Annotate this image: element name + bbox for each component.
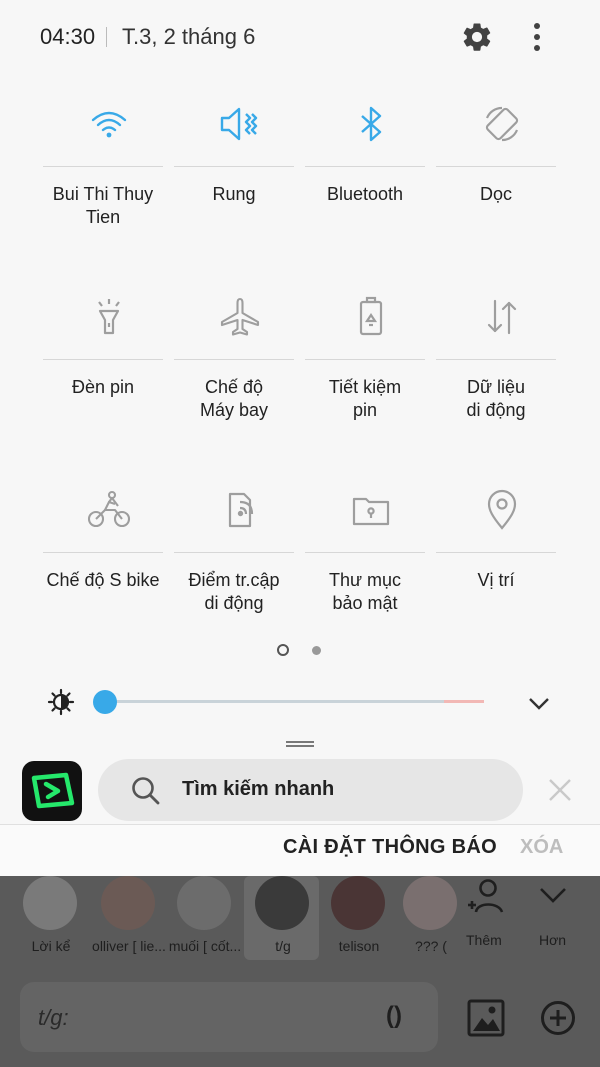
contact-item[interactable]: olliver [ lie... [92,876,166,962]
paren-button[interactable]: () [386,1002,402,1030]
contact-item[interactable]: Lời kể [18,876,84,962]
tile-divider [174,166,294,167]
avatar [177,876,231,930]
clock: 04:30 [40,24,96,49]
avatar [255,876,309,930]
gear-icon[interactable] [460,20,494,54]
contact-name: ??? ( [415,938,447,954]
rotate-icon [478,100,526,148]
tile-hotspot[interactable]: Điểm tr.cập di động [174,474,305,649]
brightness-slider-high-zone [444,700,484,703]
tile-location[interactable]: Vị trí [436,474,567,649]
brightness-icon[interactable] [47,688,75,716]
hotspot-icon [216,486,264,534]
avatar [403,876,457,930]
add-circle-icon[interactable] [540,1000,576,1036]
tile-divider [43,359,163,360]
page-indicator-inactive [312,646,321,655]
tile-divider [174,359,294,360]
app-logo-icon[interactable] [22,761,82,821]
search-placeholder: Tìm kiếm nhanh [182,778,335,800]
tile-bluetooth[interactable]: Bluetooth [305,88,436,263]
tile-label: Rung [212,184,256,204]
tile-label: Tiết kiệm pin [328,377,402,420]
tile-divider [436,359,556,360]
clear-notifications-button[interactable]: XÓA [520,836,563,859]
more-label[interactable]: Hơn [539,932,566,948]
location-icon [478,486,526,534]
tile-label: Đèn pin [71,377,135,397]
tile-battery-saver[interactable]: Tiết kiệm pin [305,281,436,456]
contact-item[interactable]: muối [ cốt... [169,876,241,962]
tile-vibrate[interactable]: Rung [174,88,305,263]
tile-label: Vị trí [477,570,515,590]
close-icon[interactable] [546,776,574,804]
add-label[interactable]: Thêm [466,932,502,948]
tile-label: Dữ liệu di động [466,377,526,420]
contact-name: muối [ cốt... [168,938,242,954]
avatar [331,876,385,930]
mobile-data-icon [478,293,526,341]
message-input-text: t/g: [38,1005,69,1030]
avatar [101,876,155,930]
tile-airplane[interactable]: Chế độ Máy bay [174,281,305,456]
tile-label: Chế độ S bike [46,570,160,590]
more-options-icon[interactable] [522,20,552,54]
tile-flashlight[interactable]: Đèn pin [43,281,174,456]
tile-divider [43,166,163,167]
contact-name: Lời kể [31,938,71,954]
battery-saver-icon [347,293,395,341]
tile-divider [436,552,556,553]
contact-name: olliver [ lie... [92,938,166,954]
chevron-down-icon[interactable] [526,690,552,716]
notification-settings-button[interactable]: CÀI ĐẶT THÔNG BÁO [283,836,497,859]
airplane-icon [216,293,264,341]
flashlight-icon [85,293,133,341]
message-input[interactable] [20,982,438,1052]
tile-label: Bluetooth [326,184,404,204]
contact-item[interactable]: ??? ( [398,876,464,962]
tile-divider [43,552,163,553]
contact-item[interactable]: telison [326,876,392,962]
page-indicator-active [277,644,289,656]
contact-item[interactable]: t/g [250,876,316,962]
tile-label: Dọc [479,184,512,204]
date: T.3, 2 tháng 6 [122,24,256,49]
tile-divider [305,166,425,167]
brightness-slider-track[interactable] [104,700,484,703]
divider [106,27,107,47]
secure-folder-icon [347,486,395,534]
tile-label: Chế độ Máy bay [199,377,269,420]
wifi-icon [85,100,133,148]
search-icon [132,777,160,805]
contact-name: t/g [275,938,291,954]
add-person-icon[interactable] [464,878,506,916]
bluetooth-icon [347,100,395,148]
tile-rotate[interactable]: Dọc [436,88,567,263]
tile-divider [305,359,425,360]
tile-secure-folder[interactable]: Thư mục bảo mật [305,474,436,649]
tile-divider [174,552,294,553]
tile-bike[interactable]: Chế độ S bike [43,474,174,649]
avatar [23,876,77,930]
tile-label: Điểm tr.cập di động [188,570,280,613]
brightness-slider-thumb[interactable] [93,690,117,714]
tile-label: Thư mục bảo mật [328,570,402,613]
tile-divider [305,552,425,553]
image-icon[interactable] [466,998,506,1038]
vibrate-icon [216,100,264,148]
chevron-down-icon[interactable] [538,880,568,910]
tile-divider [436,166,556,167]
bike-icon [85,486,133,534]
drag-handle[interactable] [286,740,314,748]
tile-mobile-data[interactable]: Dữ liệu di động [436,281,567,456]
tile-label: Bui Thi Thuy Tien [52,184,154,227]
tile-wifi[interactable]: Bui Thi Thuy Tien [43,88,174,263]
status-bar: 04:30 T.3, 2 tháng 6 [0,0,600,76]
